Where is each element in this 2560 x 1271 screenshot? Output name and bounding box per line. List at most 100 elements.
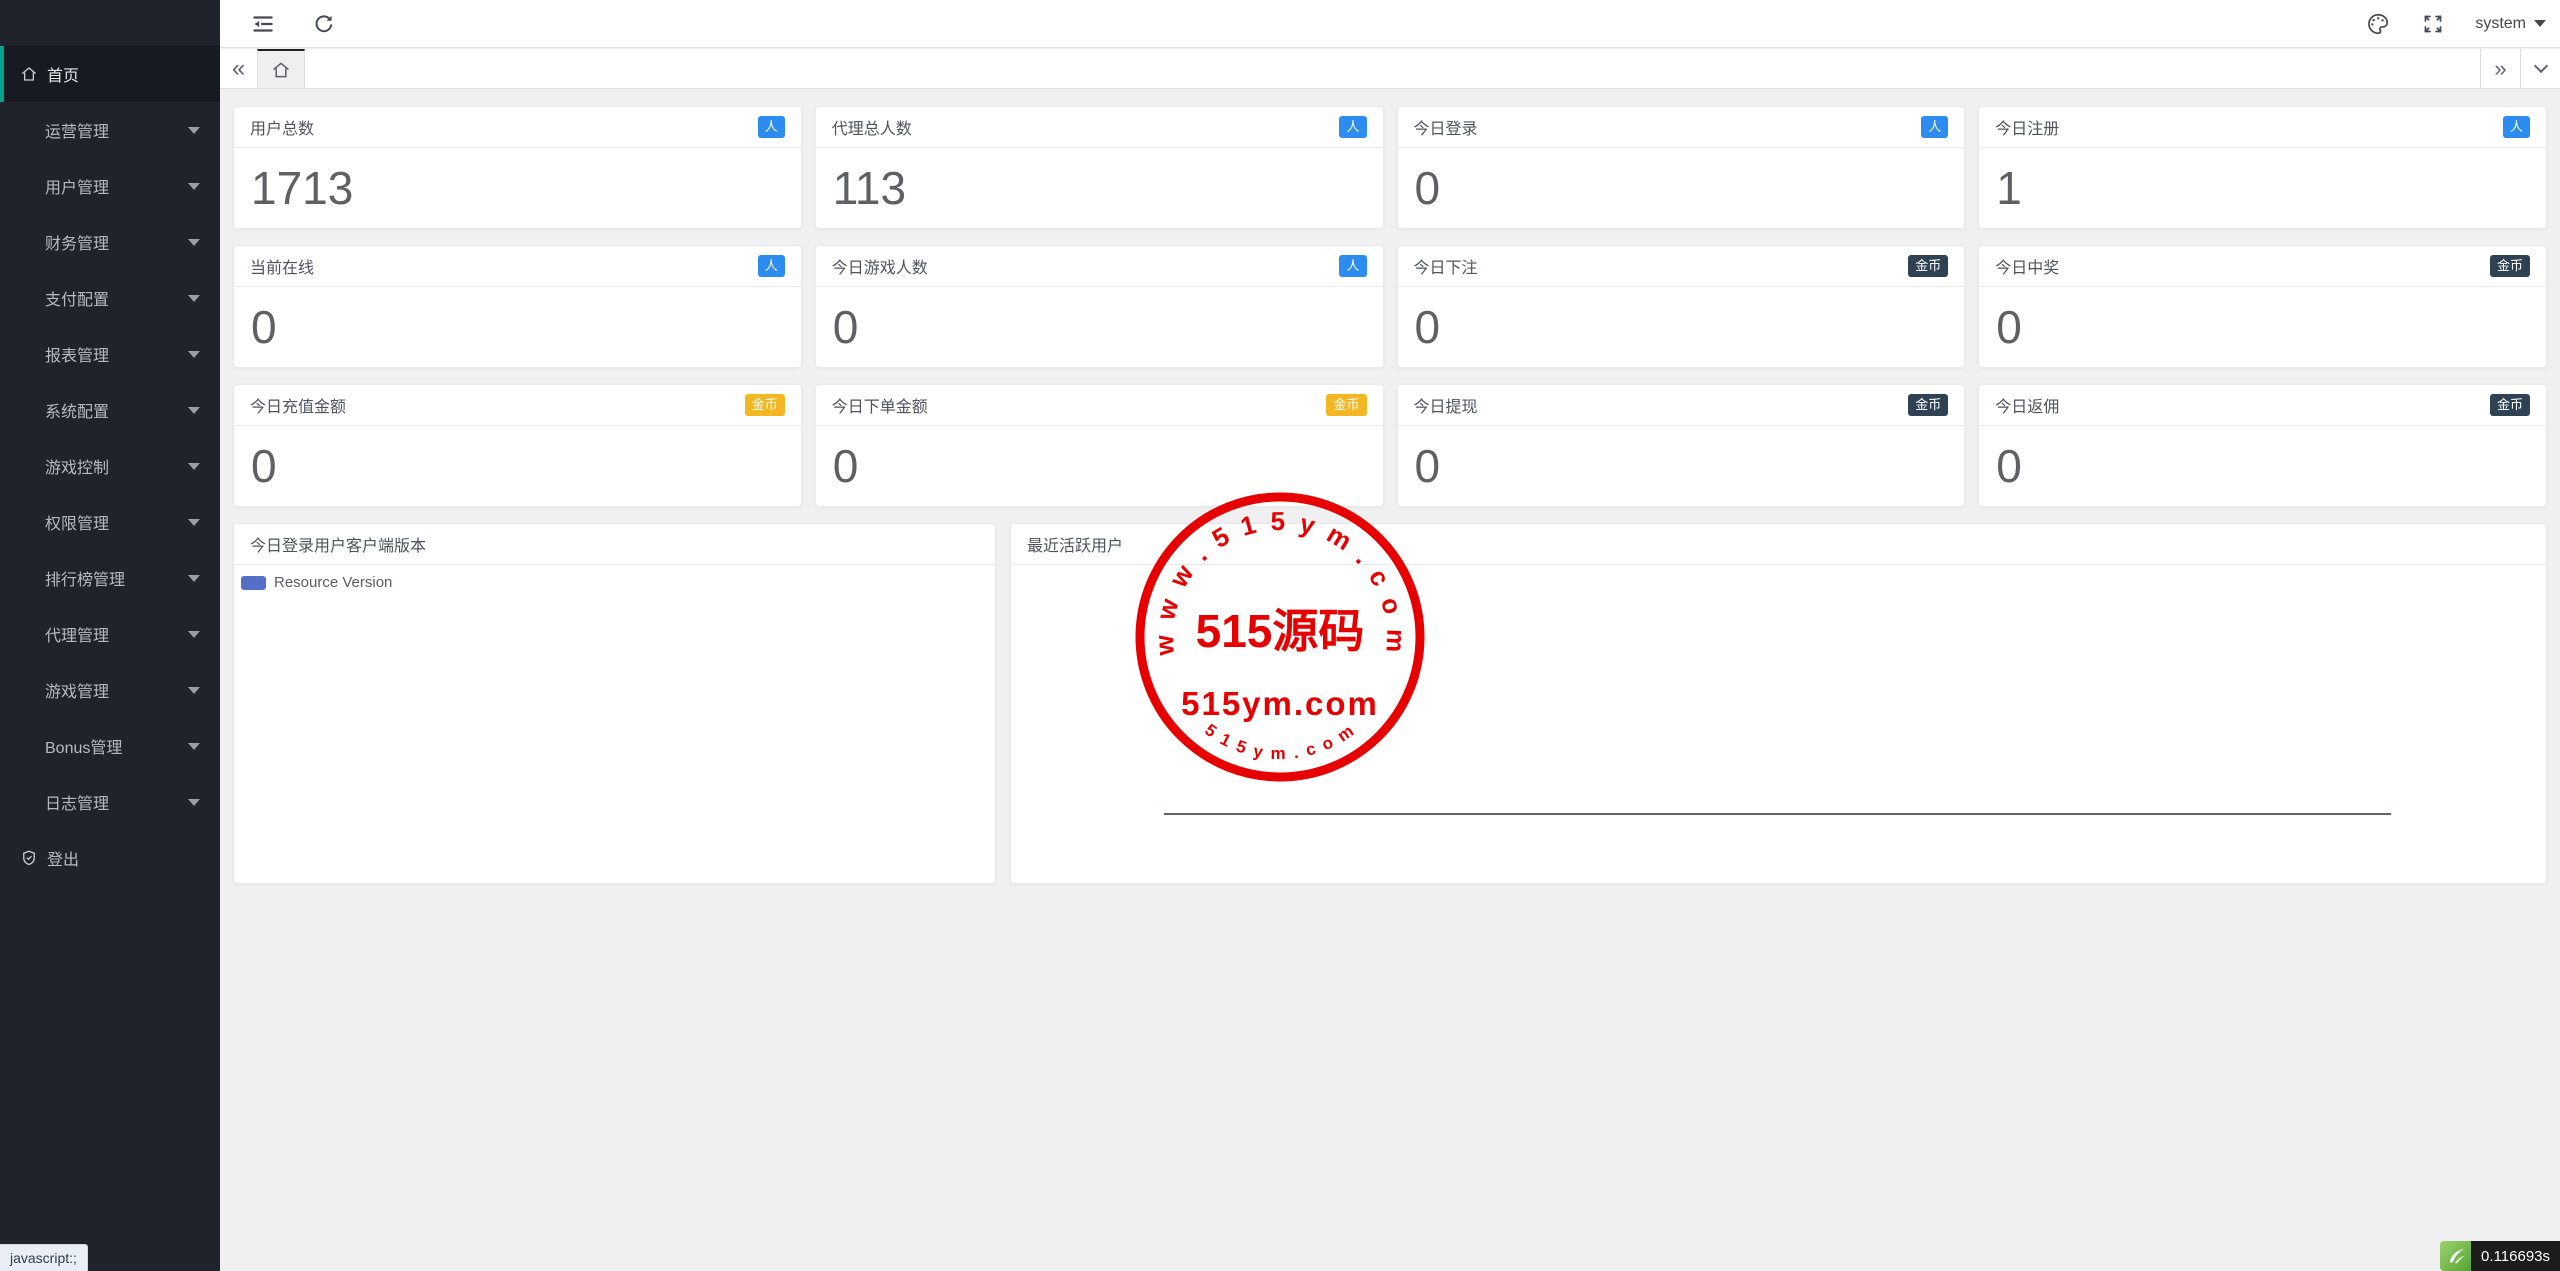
- tab-home[interactable]: [257, 49, 305, 88]
- sidebar-item-games[interactable]: 游戏管理: [0, 662, 220, 718]
- tabs-scroll-right-button[interactable]: »: [2480, 49, 2520, 88]
- chevron-down-icon: [188, 182, 200, 190]
- sidebar-item-label: 游戏管理: [45, 684, 110, 701]
- sidebar-item-users[interactable]: 用户管理: [0, 158, 220, 214]
- sidebar-item-label: 首页: [47, 68, 80, 85]
- stat-card-title: 今日中奖: [1995, 260, 2060, 277]
- legend-label: Resource Version: [274, 574, 393, 591]
- sidebar-item-label: 报表管理: [45, 348, 110, 365]
- active-users-chart-area: [1011, 565, 2546, 883]
- stat-card-title: 今日提现: [1413, 399, 1478, 416]
- chevron-down-icon: [188, 630, 200, 638]
- sidebar-item-label: 日志管理: [45, 796, 110, 813]
- client-version-chart-area: Resource Version: [234, 565, 995, 883]
- stat-card-title: 今日登录: [1413, 121, 1478, 138]
- sidebar-item-home[interactable]: 首页: [0, 46, 220, 102]
- sidebar-item-permissions[interactable]: 权限管理: [0, 494, 220, 550]
- render-time-badge: 0.116693s: [2471, 1241, 2560, 1271]
- sidebar-item-logout[interactable]: 登出: [0, 830, 220, 886]
- fullscreen-icon: [2424, 15, 2442, 32]
- sidebar-item-label: Bonus管理: [45, 740, 123, 757]
- sidebar-item-system-config[interactable]: 系统配置: [0, 382, 220, 438]
- sidebar: 首页 运营管理 用户管理 财务管理 支付配置 报表管理 系统配置 游戏控制 权限…: [0, 0, 220, 1271]
- panel-active-users-chart: 最近活跃用户: [1010, 523, 2547, 884]
- stat-card-total-users: 用户总数 人 1713: [233, 106, 802, 229]
- sidebar-item-reports[interactable]: 报表管理: [0, 326, 220, 382]
- tabs-scroll-left-button[interactable]: «: [220, 49, 257, 88]
- person-badge: 人: [757, 115, 785, 139]
- stat-card-today-rebates: 今日返佣 金币 0: [1978, 384, 2547, 507]
- stat-card-value: 1713: [251, 162, 354, 214]
- chart-legend-item[interactable]: Resource Version: [241, 574, 392, 591]
- chevron-down-icon: [188, 462, 200, 470]
- tabbar-spacer: [305, 49, 2480, 88]
- panel-title: 最近活跃用户: [1011, 524, 2546, 565]
- panel-title: 今日登录用户客户端版本: [234, 524, 995, 565]
- admin-dashboard: { "topbar": { "username": "system" }, "s…: [0, 0, 2560, 1271]
- chevron-down-icon: [188, 406, 200, 414]
- person-badge: 人: [757, 254, 785, 278]
- stat-card-today-withdrawals: 今日提现 金币 0: [1396, 384, 1966, 507]
- palette-icon: [2368, 13, 2389, 34]
- stat-card-today-players: 今日游戏人数 人 0: [814, 245, 1384, 368]
- stat-card-today-orders-amount: 今日下单金额 金币 0: [814, 384, 1384, 507]
- sidebar-item-label: 游戏控制: [45, 460, 110, 477]
- stat-cards-grid: 用户总数人 1713 代理总人数人 113 今日登录人 0 今日注册人 1 当前…: [233, 106, 2547, 507]
- stat-card-value: 0: [1414, 440, 1441, 492]
- chevron-down-icon: [188, 238, 200, 246]
- stat-card-value: 0: [832, 440, 859, 492]
- stat-card-title: 今日游戏人数: [831, 260, 928, 277]
- stat-card-today-registrations: 今日注册 人 1: [1978, 106, 2547, 229]
- stat-card-today-deposits: 今日充值金额 金币 0: [233, 384, 802, 507]
- home-icon: [21, 67, 37, 81]
- sidebar-item-operations[interactable]: 运营管理: [0, 102, 220, 158]
- coin-badge: 金币: [2489, 254, 2530, 278]
- tabs-menu-button[interactable]: [2520, 49, 2560, 88]
- sidebar-menu: 首页 运营管理 用户管理 财务管理 支付配置 报表管理 系统配置 游戏控制 权限…: [0, 46, 220, 886]
- sidebar-item-label: 财务管理: [45, 236, 110, 253]
- panel-client-version-chart: 今日登录用户客户端版本 Resource Version: [233, 523, 996, 884]
- sidebar-item-ranking[interactable]: 排行榜管理: [0, 550, 220, 606]
- stat-card-value: 0: [1414, 162, 1441, 214]
- user-menu[interactable]: system: [2475, 15, 2546, 33]
- tabbar: « »: [220, 49, 2560, 89]
- thinkphp-leaf-icon: [2440, 1241, 2472, 1271]
- debug-toolbar[interactable]: 0.116693s: [2440, 1241, 2560, 1271]
- fullscreen-button[interactable]: [2421, 12, 2445, 36]
- stat-card-value: 0: [251, 301, 277, 353]
- sidebar-item-bonus[interactable]: Bonus管理: [0, 718, 220, 774]
- chevron-down-icon: [188, 294, 200, 302]
- stat-card-title: 今日返佣: [1995, 399, 2060, 416]
- refresh-icon: [315, 14, 333, 32]
- chevron-down-icon: [188, 798, 200, 806]
- stat-card-value: 0: [1414, 301, 1441, 353]
- topbar: system: [220, 0, 2560, 48]
- stat-card-title: 今日充值金额: [250, 399, 347, 416]
- sidebar-item-finance[interactable]: 财务管理: [0, 214, 220, 270]
- sidebar-item-label: 登出: [47, 852, 80, 869]
- stat-card-title: 代理总人数: [831, 121, 912, 138]
- menu-fold-button[interactable]: [250, 11, 276, 37]
- main-content: 用户总数人 1713 代理总人数人 113 今日登录人 0 今日注册人 1 当前…: [220, 89, 2560, 1271]
- panels-row: 今日登录用户客户端版本 Resource Version 最近活跃用户: [233, 523, 2547, 884]
- sidebar-item-label: 代理管理: [45, 628, 110, 645]
- coin-badge: 金币: [744, 393, 785, 417]
- sidebar-item-label: 排行榜管理: [45, 572, 126, 589]
- sidebar-item-label: 支付配置: [45, 292, 110, 309]
- theme-button[interactable]: [2365, 11, 2391, 37]
- chevron-down-icon: [188, 574, 200, 582]
- topbar-right: system: [2365, 11, 2560, 37]
- sidebar-item-agents[interactable]: 代理管理: [0, 606, 220, 662]
- sidebar-item-label: 权限管理: [45, 516, 110, 533]
- stat-card-title: 今日下单金额: [831, 399, 928, 416]
- stat-card-value: 0: [832, 301, 859, 353]
- coin-badge: 金币: [1908, 254, 1949, 278]
- refresh-button[interactable]: [312, 12, 336, 36]
- sidebar-item-game-control[interactable]: 游戏控制: [0, 438, 220, 494]
- sidebar-item-logs[interactable]: 日志管理: [0, 774, 220, 830]
- person-badge: 人: [2502, 115, 2530, 139]
- stat-card-title: 用户总数: [250, 121, 315, 138]
- chevron-down-icon: [2534, 20, 2546, 27]
- stat-card-value: 113: [832, 162, 907, 214]
- sidebar-item-payment-config[interactable]: 支付配置: [0, 270, 220, 326]
